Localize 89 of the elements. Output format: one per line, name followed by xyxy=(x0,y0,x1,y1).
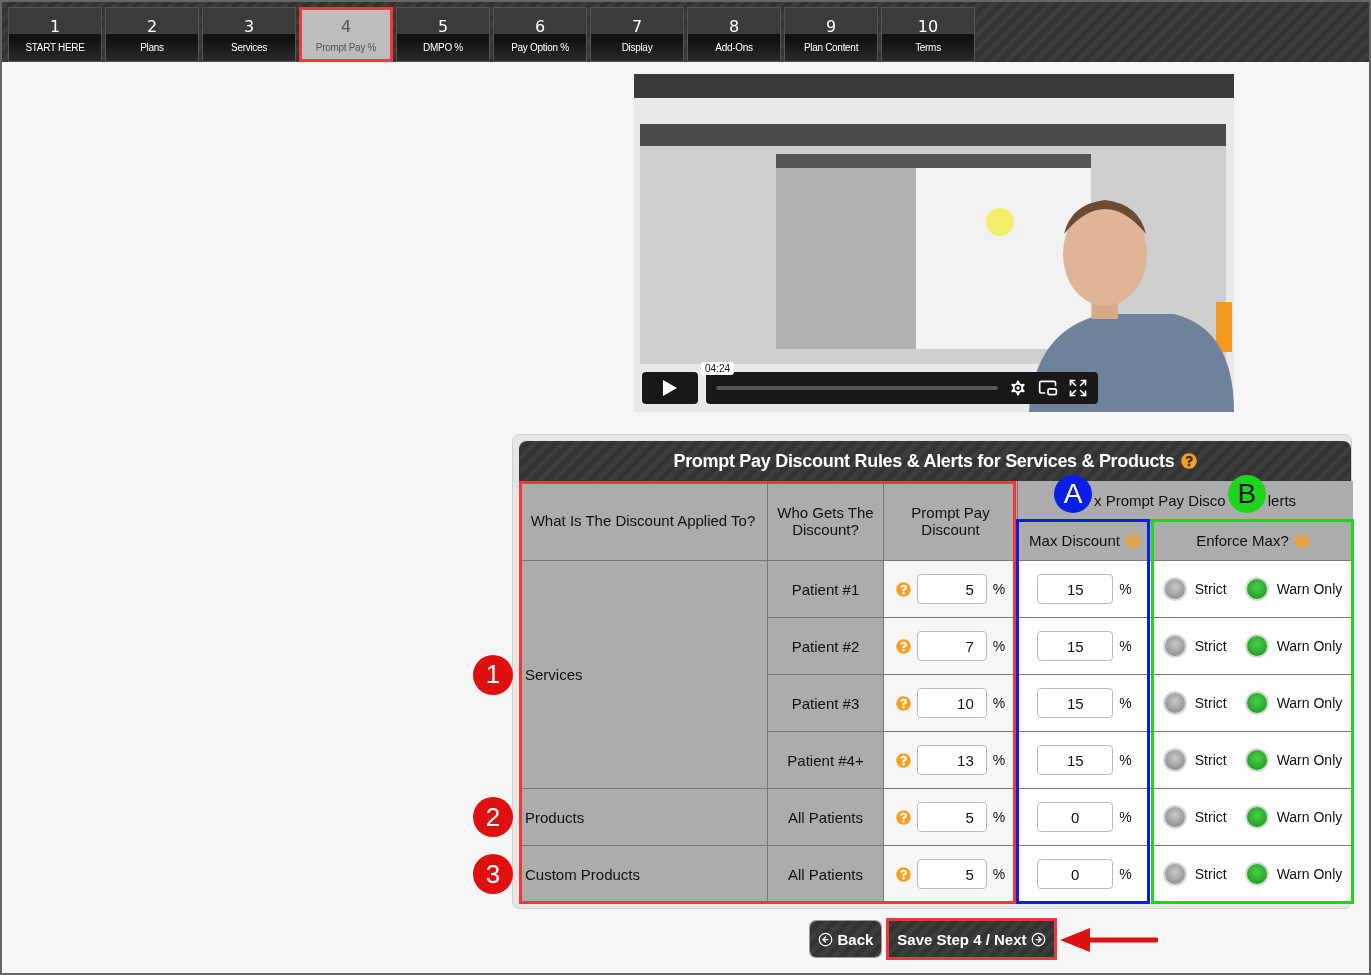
step-tab[interactable]: 1 START HERE xyxy=(8,7,102,62)
step-tab[interactable]: 7 Display xyxy=(590,7,684,62)
radio-button[interactable] xyxy=(1162,634,1187,658)
percent-unit: % xyxy=(1119,695,1132,711)
radio-option[interactable]: Warn Only xyxy=(1244,805,1343,829)
column-header: Who Gets The Discount? xyxy=(768,481,883,560)
radio-button[interactable] xyxy=(1244,577,1269,601)
radio-option[interactable]: Warn Only xyxy=(1244,748,1343,772)
radio-option[interactable]: Strict xyxy=(1162,634,1227,658)
step-tab[interactable]: 5 DMPO % xyxy=(396,7,490,62)
input-field[interactable]: 15 xyxy=(1037,745,1114,775)
step-tab[interactable]: 6 Pay Option % xyxy=(493,7,587,62)
number-marker: 1 xyxy=(473,654,513,695)
radio-option[interactable]: Warn Only xyxy=(1244,577,1343,601)
step-tab[interactable]: 8 Add-Ons xyxy=(687,7,781,62)
percent-unit: % xyxy=(992,638,1006,654)
group-name: Custom Products xyxy=(525,865,641,883)
recipient-cell: All Patients xyxy=(768,846,883,902)
column-header: Prompt Pay Discount xyxy=(884,481,1017,560)
percent-unit: % xyxy=(992,695,1006,711)
percent-unit: % xyxy=(992,752,1006,768)
radio-button[interactable] xyxy=(1162,748,1187,772)
back-button[interactable]: Back xyxy=(810,921,882,957)
percent-unit: % xyxy=(1119,638,1132,654)
radio-button[interactable] xyxy=(1244,634,1269,658)
radio-button[interactable] xyxy=(1162,691,1187,715)
header-text: lerts xyxy=(1267,492,1297,509)
step-tab[interactable]: 2 Plans xyxy=(105,7,199,62)
play-button[interactable] xyxy=(642,372,698,404)
input-field[interactable]: 13 xyxy=(916,745,987,775)
help-icon[interactable] xyxy=(1180,453,1197,469)
time-tooltip: 04:24 xyxy=(701,362,735,375)
radio-option[interactable]: Strict xyxy=(1162,691,1227,715)
header-text: Enforce Max? xyxy=(1196,532,1289,549)
radio-button[interactable] xyxy=(1162,805,1187,829)
circle-arrow-left-icon xyxy=(818,931,834,947)
percent-unit: % xyxy=(1119,752,1132,768)
step-tab[interactable]: 3 Services xyxy=(202,7,296,62)
group-name: Services xyxy=(525,666,583,683)
step-tab[interactable]: 10 Terms xyxy=(881,7,975,62)
radio-button[interactable] xyxy=(1162,577,1187,601)
input-field[interactable]: 5 xyxy=(916,574,987,604)
input-field[interactable]: 10 xyxy=(916,688,987,718)
radio-option[interactable]: Strict xyxy=(1162,748,1227,772)
fullscreen-icon[interactable] xyxy=(1068,378,1088,398)
radio-option[interactable]: Strict xyxy=(1162,577,1227,601)
input-field[interactable]: 15 xyxy=(1037,688,1114,718)
header-text: x Prompt Pay Disco xyxy=(1094,492,1226,509)
radio-option[interactable]: Warn Only xyxy=(1244,634,1343,658)
input-field[interactable]: 5 xyxy=(916,859,987,889)
column-header: What Is The Discount Applied To? xyxy=(519,481,767,560)
input-field[interactable]: 7 xyxy=(916,631,987,661)
number-marker: 3 xyxy=(473,854,513,894)
percent-unit: % xyxy=(1119,809,1132,825)
group-name: Products xyxy=(525,808,585,826)
percent-unit: % xyxy=(992,809,1006,825)
recipient-cell: Patient #3 xyxy=(768,675,883,731)
step-tab[interactable]: 4 Prompt Pay % xyxy=(299,7,393,62)
recipient-cell: Patient #1 xyxy=(768,561,883,617)
input-field[interactable]: 15 xyxy=(1037,631,1114,661)
input-field[interactable]: 15 xyxy=(1037,574,1114,604)
panel-title: Prompt Pay Discount Rules & Alerts for Services & Products xyxy=(673,450,1175,472)
recipient-cell: Patient #4+ xyxy=(768,732,883,788)
radio-option[interactable]: Warn Only xyxy=(1244,691,1343,715)
header-text: Max Discount xyxy=(1029,532,1120,549)
input-field[interactable]: 5 xyxy=(916,802,987,832)
settings-icon[interactable] xyxy=(1008,378,1028,398)
radio-button[interactable] xyxy=(1244,805,1269,829)
play-icon xyxy=(662,379,678,397)
recipient-cell: Patient #2 xyxy=(768,618,883,674)
radio-button[interactable] xyxy=(1244,862,1269,886)
picture-in-picture-icon[interactable] xyxy=(1038,378,1058,398)
radio-button[interactable] xyxy=(1244,691,1269,715)
circle-arrow-right-icon xyxy=(1030,931,1046,947)
percent-unit: % xyxy=(1119,581,1132,597)
radio-button[interactable] xyxy=(1162,862,1187,886)
radio-option[interactable]: Strict xyxy=(1162,805,1227,829)
recipient-cell: All Patients xyxy=(768,789,883,845)
step-tab[interactable]: 9 Plan Content xyxy=(784,7,878,62)
radio-button[interactable] xyxy=(1244,748,1269,772)
percent-unit: % xyxy=(992,866,1006,882)
number-marker: 2 xyxy=(473,797,513,837)
input-field[interactable]: 0 xyxy=(1037,859,1114,889)
input-field[interactable]: 0 xyxy=(1037,802,1114,832)
percent-unit: % xyxy=(1119,866,1132,882)
radio-option[interactable]: Warn Only xyxy=(1244,862,1343,886)
radio-option[interactable]: Strict xyxy=(1162,862,1227,886)
progress-track[interactable] xyxy=(716,386,998,390)
percent-unit: % xyxy=(992,581,1006,597)
